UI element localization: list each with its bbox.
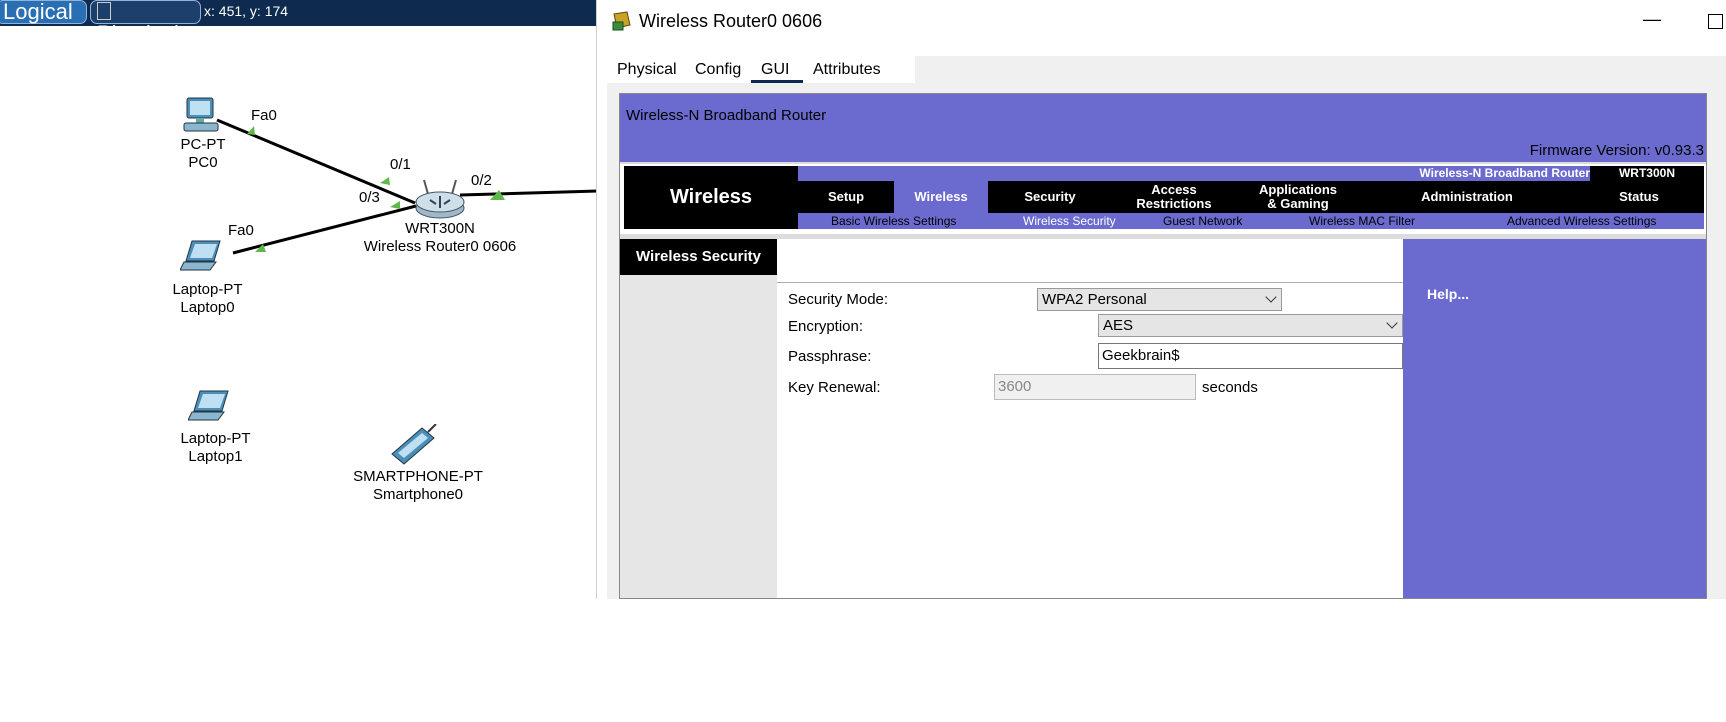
left-column (620, 275, 777, 598)
gui-header: Wireless-N Broadband Router Firmware Ver… (620, 94, 1706, 162)
device-name: Laptop1 (188, 448, 243, 465)
gui-navigation: Wireless Wireless-N Broadband Router WRT… (620, 164, 1706, 234)
window-title: Wireless Router0 0606 (639, 11, 823, 31)
firmware-version: Firmware Version: v0.93.3 (1529, 142, 1704, 159)
window-tabs: Physical Config GUI Attributes (607, 56, 1726, 83)
submenu-guest-network[interactable]: Guest Network (1163, 213, 1242, 229)
topology-links (216, 118, 598, 255)
tab-attributes[interactable]: Attributes (803, 56, 915, 83)
minimize-button[interactable]: — (1643, 9, 1661, 30)
device-label-pc0[interactable]: PC-PT PC0 (158, 136, 248, 172)
port-label-router-02: 0/2 (471, 172, 492, 189)
section-title: Wireless (624, 166, 798, 229)
key-renewal-unit: seconds (1202, 379, 1258, 396)
device-type: Laptop-PT (180, 430, 251, 447)
menu-setup[interactable]: Setup (798, 181, 894, 213)
menu-status[interactable]: Status (1574, 181, 1704, 213)
chevron-down-icon (1265, 291, 1277, 303)
help-panel: Help... (1403, 239, 1706, 598)
router-window-icon (612, 11, 631, 31)
device-name: Smartphone0 (372, 486, 464, 503)
physical-mode-button[interactable]: Physical (90, 0, 201, 45)
logical-mode-button[interactable]: Logical (0, 0, 87, 24)
key-renewal-label: Key Renewal: (788, 379, 881, 396)
submenu-advanced-wireless-settings[interactable]: Advanced Wireless Settings (1507, 213, 1656, 229)
pc-icon[interactable] (181, 96, 221, 134)
submenu: Basic Wireless Settings Wireless Securit… (798, 213, 1704, 229)
logical-workspace[interactable]: Fa0 PC-PT PC0 0/1 0/3 0/2 WRT300N Wirele… (0, 26, 598, 599)
menu-wireless[interactable]: Wireless (894, 181, 988, 213)
port-label-pc0-fa0: Fa0 (251, 107, 277, 124)
chevron-down-icon (1386, 317, 1398, 329)
product-name: Wireless-N Broadband Router (1419, 166, 1590, 180)
menu-access-restrictions[interactable]: Access Restrictions (1112, 181, 1236, 213)
product-bar: Wireless-N Broadband Router WRT300N (798, 166, 1704, 181)
port-status-pc0 (247, 126, 255, 135)
submenu-wireless-mac-filter[interactable]: Wireless MAC Filter (1309, 213, 1415, 229)
gui-header-title: Wireless-N Broadband Router (626, 107, 827, 124)
menu-applications-gaming[interactable]: Applications & Gaming (1236, 181, 1360, 213)
port-status-router-03 (390, 201, 400, 209)
wireless-router-icon[interactable] (414, 178, 466, 222)
passphrase-label: Passphrase: (788, 348, 872, 365)
divider (777, 282, 1403, 283)
passphrase-input[interactable]: Geekbrain$ (1098, 343, 1403, 369)
port-status-router-01 (380, 177, 390, 185)
port-label-laptop0-fa0: Fa0 (228, 222, 254, 239)
key-renewal-input[interactable]: 3600 (994, 374, 1196, 400)
laptop-icon[interactable] (188, 389, 238, 423)
port-label-router-03: 0/3 (359, 189, 380, 206)
smartphone-icon[interactable] (388, 424, 448, 468)
device-label-smartphone0[interactable]: SMARTPHONE-PT Smartphone0 (338, 468, 498, 504)
device-type: PC-PT (180, 136, 226, 153)
device-label-router[interactable]: WRT300N Wireless Router0 0606 (350, 220, 530, 256)
router-web-gui: Wireless-N Broadband Router Firmware Ver… (619, 93, 1707, 599)
page-label: Wireless Security (620, 239, 777, 275)
physical-view-icon (97, 2, 111, 20)
maximize-button[interactable] (1708, 14, 1723, 29)
device-name: Wireless Router0 0606 (363, 238, 517, 255)
device-name: PC0 (188, 154, 218, 171)
model-name: WRT300N (1590, 166, 1704, 181)
laptop-icon[interactable] (180, 239, 230, 273)
submenu-basic-wireless-settings[interactable]: Basic Wireless Settings (831, 213, 956, 229)
device-label-laptop0[interactable]: Laptop-PT Laptop0 (160, 281, 255, 317)
port-label-router-01: 0/1 (390, 156, 411, 173)
logical-mode-label: Logical (3, 0, 73, 24)
device-window: Wireless Router0 0606 — Physical Config … (596, 0, 1726, 599)
workspace-toolbar: Logical Physical x: 451, y: 174 (0, 0, 598, 45)
menu-administration[interactable]: Administration (1360, 181, 1574, 213)
encryption-value: AES (1103, 317, 1134, 334)
main-menu: Setup Wireless Security Access Restricti… (798, 181, 1704, 213)
device-name: Laptop0 (180, 299, 235, 316)
security-mode-label: Security Mode: (788, 291, 889, 308)
help-link[interactable]: Help... (1427, 286, 1469, 302)
tab-gui[interactable]: GUI (751, 56, 803, 83)
submenu-wireless-security[interactable]: Wireless Security (1023, 213, 1116, 229)
menu-security[interactable]: Security (988, 181, 1112, 213)
device-type: Laptop-PT (172, 281, 243, 298)
encryption-select[interactable]: AES (1098, 314, 1403, 337)
cursor-coordinates: x: 451, y: 174 (204, 3, 289, 19)
link-router-external (459, 189, 598, 197)
encryption-label: Encryption: (788, 318, 864, 335)
security-mode-select[interactable]: WPA2 Personal (1037, 288, 1282, 311)
device-label-laptop1[interactable]: Laptop-PT Laptop1 (168, 430, 263, 466)
security-mode-value: WPA2 Personal (1042, 291, 1147, 308)
device-type: SMARTPHONE-PT (353, 468, 483, 485)
device-type: WRT300N (405, 220, 475, 237)
